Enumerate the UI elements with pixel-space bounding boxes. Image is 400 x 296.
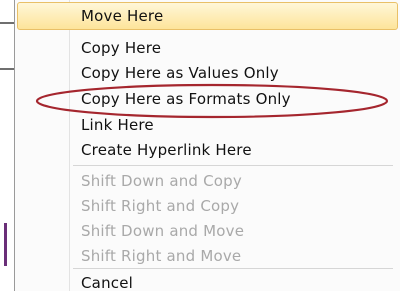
menu-item-label: Shift Down and Copy xyxy=(81,172,242,190)
worksheet-gridline xyxy=(0,22,14,24)
menu-item-label: Copy Here xyxy=(81,39,162,57)
menu-item-shift-right-copy: Shift Right and Copy xyxy=(15,194,400,219)
menu-separator xyxy=(73,268,393,269)
menu-item-label: Shift Down and Move xyxy=(81,222,245,240)
menu-separator xyxy=(73,165,393,166)
context-menu: Move Here Copy Here Copy Here as Values … xyxy=(14,0,400,292)
menu-item-cancel[interactable]: Cancel xyxy=(15,271,400,296)
menu-item-label: Shift Right and Copy xyxy=(81,197,240,215)
worksheet-background xyxy=(0,0,14,291)
menu-item-shift-right-move: Shift Right and Move xyxy=(15,244,400,269)
menu-item-label: Move Here xyxy=(81,7,164,25)
worksheet-cell-marker xyxy=(4,223,7,266)
menu-item-label: Copy Here as Values Only xyxy=(81,64,279,82)
menu-item-shift-down-copy: Shift Down and Copy xyxy=(15,169,400,194)
menu-item-copy-here[interactable]: Copy Here xyxy=(15,36,400,61)
worksheet-gridline xyxy=(0,68,14,70)
menu-item-label: Cancel xyxy=(81,274,134,292)
menu-item-shift-down-move: Shift Down and Move xyxy=(15,219,400,244)
menu-item-move-here[interactable]: Move Here xyxy=(17,2,398,30)
annotation-ellipse xyxy=(35,83,389,119)
annotation-ellipse-shape xyxy=(35,83,389,119)
menu-item-label: Create Hyperlink Here xyxy=(81,141,252,159)
menu-item-create-hyperlink-here[interactable]: Create Hyperlink Here xyxy=(15,138,400,163)
menu-item-label: Shift Right and Move xyxy=(81,247,242,265)
